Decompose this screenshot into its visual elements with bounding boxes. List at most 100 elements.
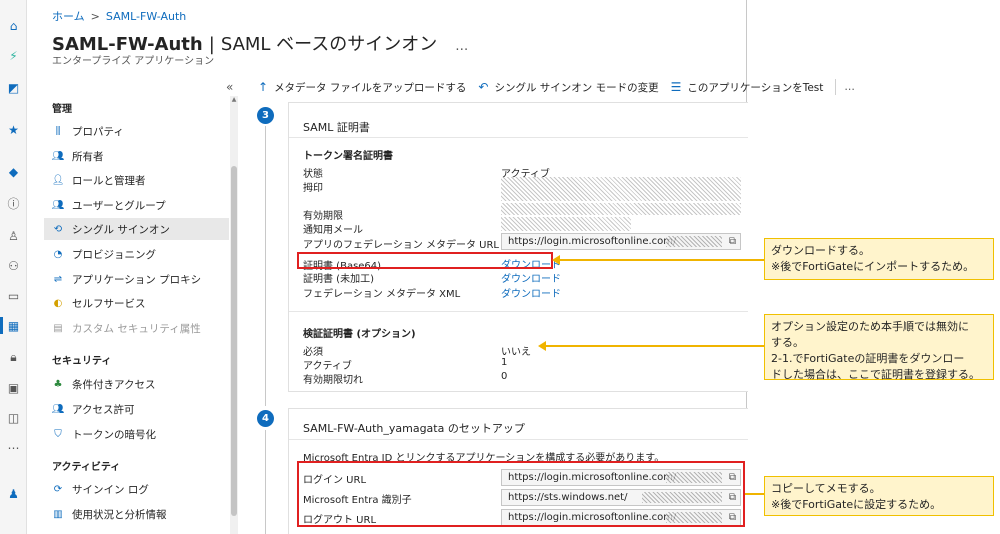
cert-base64-highlight <box>297 252 553 269</box>
required-label: 必須 <box>303 347 323 358</box>
nav-item-app-proxy[interactable]: ⇌ アプリケーション プロキシ <box>44 268 229 290</box>
change-sso-mode-button[interactable]: ↶ シングル サインオン モードの変更 <box>478 80 658 95</box>
users-groups-icon: 👥︎ <box>51 199 65 211</box>
upload-metadata-button[interactable]: ↑ メタデータ ファイルをアップロードする <box>258 80 466 95</box>
nav-item-label: カスタム セキュリティ属性 <box>72 322 201 335</box>
callout-line: コピーしてメモする。 <box>771 482 881 495</box>
conditional-access-icon: ♣ <box>53 378 63 390</box>
card-title: SAML 証明書 <box>303 121 370 134</box>
test-app-label: このアプリケーションをTest <box>687 81 824 94</box>
test-app-button[interactable]: ☰ このアプリケーションをTest <box>671 80 824 95</box>
toolbar-divider <box>835 79 837 95</box>
protection-icon[interactable]: ▣ <box>4 378 23 397</box>
metadata-url-value: https://login.microsoftonline.com/ <box>508 236 677 247</box>
required-value: いいえ <box>501 347 531 358</box>
learn-icon[interactable]: ♟ <box>4 484 23 503</box>
users-icon[interactable]: ♙ <box>4 226 23 245</box>
callout-connector <box>745 493 764 495</box>
collapse-nav-button[interactable]: « <box>226 80 233 94</box>
callout-line: ※後でFortiGateにインポートするため。 <box>771 259 975 273</box>
callout-line: ドした場合は、ここで証明書を登録する。 <box>771 367 980 381</box>
nav-item-conditional-access[interactable]: ♣ 条件付きアクセス <box>44 373 229 395</box>
nav-item-properties[interactable]: ⫼ プロパティ <box>44 120 229 142</box>
roles-icon: 👤︎ <box>51 174 65 186</box>
favorites-star-icon[interactable]: ★ <box>4 120 23 139</box>
signin-log-icon: ⟳ <box>53 483 63 495</box>
cert-raw-label: 証明書 (未加工) <box>303 274 374 285</box>
info-icon[interactable]: ⓘ <box>4 194 23 213</box>
custom-attr-icon: ▤ <box>53 322 63 334</box>
nav-item-label: セルフサービス <box>72 297 146 310</box>
metadata-url-label: アプリのフェデレーション メタデータ URL <box>303 240 499 251</box>
nav-item-self-service[interactable]: ◐ セルフサービス <box>44 292 229 314</box>
divider <box>289 311 748 312</box>
applications-icon[interactable]: ▦ <box>0 316 23 335</box>
dashboard-icon[interactable]: ⚡ <box>4 46 23 65</box>
token-signing-heading: トークン署名証明書 <box>303 151 393 162</box>
card-title: SAML-FW-Auth_yamagata のセットアップ <box>303 422 525 435</box>
fed-metadata-xml-label: フェデレーション メタデータ XML <box>303 289 461 300</box>
self-service-icon: ◐ <box>53 297 63 309</box>
more-actions-button[interactable]: … <box>455 39 468 54</box>
email-redacted <box>501 217 631 231</box>
nav-item-label: 条件付きアクセス <box>72 378 156 391</box>
nav-item-label: 所有者 <box>72 150 104 163</box>
nav-item-provisioning[interactable]: ◔ プロビジョニング <box>44 243 229 265</box>
copy-icon[interactable]: ⧉ <box>729 236 736 247</box>
more-icon[interactable]: ⋯ <box>4 438 23 457</box>
nav-item-users-groups[interactable]: 👥︎ ユーザーとグループ <box>44 194 229 216</box>
nav-item-label: プロビジョニング <box>72 248 156 261</box>
breadcrumb-home[interactable]: ホーム <box>52 10 85 23</box>
nav-item-token-encryption[interactable]: ⛉ トークンの暗号化 <box>44 423 229 445</box>
copy-callout: コピーしてメモする。 ※後でFortiGateに設定するため。 <box>764 476 994 516</box>
active-label: アクティブ <box>303 361 352 372</box>
nav-item-label: プロパティ <box>72 125 124 138</box>
permissions-icon: 👥︎ <box>51 403 65 415</box>
nav-item-permissions[interactable]: 👥︎ アクセス許可 <box>44 398 229 420</box>
breadcrumb-current[interactable]: SAML-FW-Auth <box>106 10 186 23</box>
groups-icon[interactable]: ⚇ <box>4 256 23 275</box>
nav-item-usage-insights[interactable]: ▥ 使用状況と分析情報 <box>44 503 229 525</box>
callout-line: ダウンロードする。 <box>771 244 870 257</box>
nav-item-label: アクセス許可 <box>72 403 135 416</box>
nav-item-label: サインイン ログ <box>72 483 149 496</box>
properties-icon: ⫼ <box>55 125 61 137</box>
nav-item-owners[interactable]: 👥︎ 所有者 <box>44 145 229 167</box>
notify-email-label: 通知用メール <box>303 225 363 236</box>
metadata-url-field[interactable]: https://login.microsoftonline.com/ ⧉ <box>501 233 741 250</box>
undo-icon: ↶ <box>478 80 489 94</box>
nav-item-roles[interactable]: 👤︎ ロールと管理者 <box>44 169 229 191</box>
nav-scrollbar[interactable]: ▲ <box>230 96 238 534</box>
lock-icon[interactable]: 🔒︎ <box>4 348 23 367</box>
arrow-left-icon <box>538 341 546 351</box>
cert-raw-download-link[interactable]: ダウンロード <box>501 270 561 285</box>
toolbar-more-button[interactable]: … <box>844 81 855 93</box>
governance-icon[interactable]: ◫ <box>4 408 23 427</box>
checklist-icon: ☰ <box>670 80 682 94</box>
thumbprint-label: 拇印 <box>303 183 323 194</box>
scrollbar-thumb[interactable] <box>231 166 237 516</box>
step-connector <box>265 126 266 406</box>
callout-line: ※後でFortiGateに設定するため。 <box>771 497 942 511</box>
nav-item-sso[interactable]: ⟲ シングル サインオン <box>44 218 229 240</box>
breadcrumb-separator: > <box>90 10 100 23</box>
nav-section-manage: 管理 <box>52 104 72 115</box>
breadcrumb: ホーム > SAML-FW-Auth <box>52 8 186 24</box>
home-icon[interactable]: ⌂ <box>4 16 23 35</box>
fed-metadata-xml-download-link[interactable]: ダウンロード <box>501 285 561 300</box>
divider <box>289 137 748 138</box>
setup-urls-highlight <box>297 461 745 527</box>
upload-icon: ↑ <box>258 80 269 94</box>
identity-icon[interactable]: ◆ <box>4 162 23 181</box>
active-value: 1 <box>501 357 508 368</box>
upload-metadata-label: メタデータ ファイルをアップロードする <box>274 81 467 94</box>
devices-icon[interactable]: ▭ <box>4 286 23 305</box>
entra-icon[interactable]: ◩ <box>4 78 23 97</box>
step-connector <box>265 430 266 534</box>
expired-label: 有効期限切れ <box>303 375 363 386</box>
scroll-up-arrow-icon[interactable]: ▲ <box>230 96 238 103</box>
usage-insights-icon: ▥ <box>53 508 63 520</box>
nav-item-label: トークンの暗号化 <box>72 428 156 441</box>
nav-item-label: ロールと管理者 <box>72 174 146 187</box>
nav-item-signin-logs[interactable]: ⟳ サインイン ログ <box>44 478 229 500</box>
